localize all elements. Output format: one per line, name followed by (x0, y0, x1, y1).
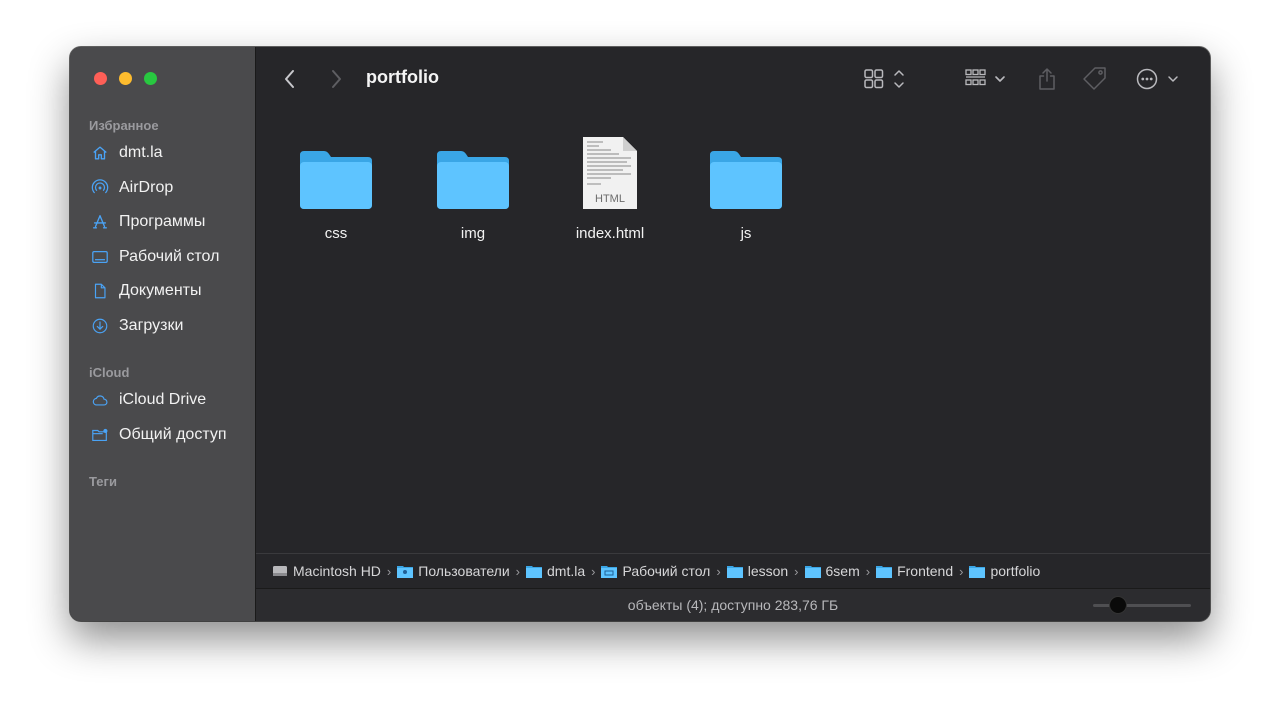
file-item-js[interactable]: js (678, 131, 814, 242)
file-name: index.html (575, 225, 645, 242)
file-name: img (460, 225, 486, 242)
folder-icon (804, 566, 821, 578)
users-folder-icon (397, 566, 414, 578)
path-crumb-label: Macintosh HD (293, 563, 381, 579)
path-crumb-portfolio[interactable]: portfolio (969, 563, 1040, 579)
path-separator: › (386, 563, 392, 579)
folder-icon (969, 566, 986, 578)
ellipsis-circle-icon (1136, 68, 1178, 90)
path-crumb-label: Пользователи (418, 563, 510, 579)
finder-window: Избранное dmt.la AirDrop Программы Рабоч… (70, 47, 1210, 621)
sidebar-item-label: iCloud Drive (119, 391, 207, 408)
status-text: объекты (4); доступно 283,76 ГБ (627, 597, 839, 613)
share-icon (1039, 68, 1055, 90)
sidebar-item-home[interactable]: dmt.la (90, 139, 163, 167)
sidebar-item-icloud-drive[interactable]: iCloud Drive (90, 386, 206, 414)
path-crumb-label: Рабочий стол (622, 563, 711, 579)
document-icon (90, 281, 110, 301)
sidebar-item-applications[interactable]: Программы (90, 208, 205, 236)
path-bar: Macintosh HD › Пользователи › dmt.la › Р… (256, 553, 1210, 588)
path-separator: › (959, 563, 964, 579)
path-separator: › (865, 563, 871, 579)
more-actions-button[interactable] (1134, 65, 1184, 93)
path-crumb-label: Frontend (897, 563, 954, 579)
path-separator: › (591, 563, 596, 579)
back-button[interactable] (278, 65, 302, 93)
applications-icon (90, 212, 110, 232)
folder-icon (876, 566, 893, 578)
forward-button[interactable] (324, 65, 348, 93)
path-separator: › (515, 563, 520, 579)
window-title: portfolio (366, 67, 439, 87)
favorites-header: Избранное (89, 118, 159, 133)
download-icon (90, 316, 110, 336)
close-window-button[interactable] (94, 72, 107, 85)
toolbar: portfolio (256, 47, 1210, 109)
sidebar-item-label: Загрузки (119, 317, 184, 334)
cloud-icon (90, 390, 110, 410)
path-crumb-6sem[interactable]: 6sem (804, 563, 860, 579)
shared-folder-icon (90, 425, 110, 445)
tags-button[interactable] (1080, 65, 1110, 93)
desktop-folder-icon (601, 566, 618, 578)
sidebar-item-label: dmt.la (119, 144, 163, 161)
group-grid-icon (965, 69, 1005, 86)
folder-icon (696, 131, 796, 211)
zoom-window-button[interactable] (144, 72, 157, 85)
path-separator: › (716, 563, 721, 579)
sidebar-item-shared[interactable]: Общий доступ (90, 421, 227, 449)
path-crumb-dmt-la[interactable]: dmt.la (526, 563, 585, 579)
path-separator: › (794, 563, 799, 579)
file-name: css (324, 225, 348, 242)
path-crumb-label: 6sem (825, 563, 860, 579)
path-crumb-frontend[interactable]: Frontend (876, 563, 953, 579)
window-controls (94, 72, 157, 85)
desktop-icon (90, 247, 110, 267)
sidebar-item-desktop[interactable]: Рабочий стол (90, 243, 219, 271)
chevron-left-icon (285, 70, 294, 88)
sidebar: Избранное dmt.la AirDrop Программы Рабоч… (70, 47, 256, 621)
path-crumb-label: dmt.la (547, 563, 586, 579)
sidebar-item-airdrop[interactable]: AirDrop (90, 174, 173, 202)
house-icon (90, 143, 110, 163)
file-item-css[interactable]: css (268, 131, 404, 242)
path-crumb-label: lesson (747, 563, 789, 579)
icon-size-slider-handle[interactable] (1108, 596, 1127, 614)
folder-icon (526, 566, 542, 578)
path-crumb-label: portfolio (990, 563, 1041, 579)
folder-icon (423, 131, 523, 211)
file-item-index-html[interactable]: HTML index.html (542, 131, 678, 242)
minimize-window-button[interactable] (119, 72, 132, 85)
main-content: portfolio css img HTML index.html js Mac… (256, 47, 1210, 621)
status-bar: объекты (4); доступно 283,76 ГБ (256, 588, 1210, 621)
icon-grid-view-icon (864, 69, 904, 89)
chevron-right-icon (332, 70, 341, 88)
group-by-button[interactable] (963, 65, 1011, 93)
file-item-img[interactable]: img (405, 131, 541, 242)
folder-icon (726, 566, 743, 578)
file-name: js (740, 225, 752, 242)
sidebar-item-label: Документы (119, 282, 202, 299)
view-mode-button[interactable] (862, 65, 908, 93)
path-crumb-macintosh-hd[interactable]: Macintosh HD (272, 563, 381, 579)
tags-header: Теги (89, 474, 117, 489)
disk-icon (273, 566, 287, 576)
sidebar-item-label: AirDrop (119, 179, 174, 196)
icon-size-slider[interactable] (1093, 604, 1191, 607)
folder-icon (286, 131, 386, 211)
sidebar-item-documents[interactable]: Документы (90, 277, 201, 305)
sidebar-item-label: Программы (119, 213, 206, 230)
path-crumb-lesson[interactable]: lesson (726, 563, 789, 579)
airdrop-icon (90, 178, 110, 198)
html-file-icon: HTML (560, 131, 660, 211)
path-crumb-desktop[interactable]: Рабочий стол (601, 563, 710, 579)
sidebar-item-label: Рабочий стол (119, 248, 220, 265)
share-button[interactable] (1034, 65, 1060, 93)
icloud-header: iCloud (89, 365, 130, 380)
sidebar-item-label: Общий доступ (119, 426, 227, 443)
file-type-badge: HTML (595, 193, 625, 205)
tag-icon (1083, 67, 1106, 90)
sidebar-item-downloads[interactable]: Загрузки (90, 312, 183, 340)
path-crumb-users[interactable]: Пользователи (397, 563, 510, 579)
